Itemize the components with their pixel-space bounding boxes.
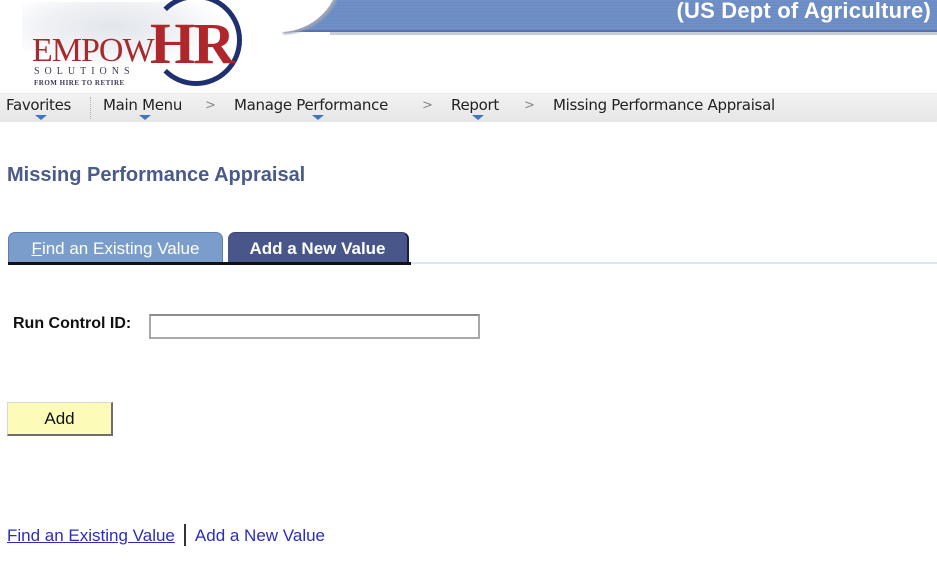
breadcrumb-separator-icon: > bbox=[422, 98, 433, 113]
main-menu-dropdown-icon[interactable] bbox=[139, 115, 151, 120]
banner-shadow bbox=[330, 32, 937, 35]
tab-bar: Find an Existing Value Add a New Value bbox=[8, 232, 937, 265]
breadcrumb-navbar: Favorites Main Menu > Manage Performance… bbox=[0, 93, 937, 122]
report-dropdown-icon[interactable] bbox=[472, 115, 484, 120]
tab-find-accesskey: F bbox=[31, 239, 42, 258]
page-title: Missing Performance Appraisal bbox=[7, 164, 306, 186]
tab-find-label: ind an Existing Value bbox=[41, 239, 200, 258]
banner-bar: (US Dept of Agriculture) bbox=[290, 0, 937, 32]
empowhr-logo: EMPOW HR SOLUTIONS FROM HIRE TO RETIRE bbox=[0, 0, 260, 92]
find-existing-value-link[interactable]: Find an Existing Value bbox=[7, 526, 175, 545]
add-button[interactable]: Add bbox=[7, 402, 113, 436]
nav-manage-performance[interactable]: Manage Performance bbox=[234, 96, 388, 114]
run-control-id-label: Run Control ID: bbox=[13, 315, 132, 332]
manage-performance-dropdown-icon[interactable] bbox=[312, 115, 324, 120]
logo-solutions: SOLUTIONS bbox=[34, 66, 135, 77]
org-title: (US Dept of Agriculture) bbox=[676, 0, 931, 23]
nav-main-menu[interactable]: Main Menu bbox=[103, 96, 182, 114]
link-divider bbox=[183, 524, 186, 546]
logo-tagline: FROM HIRE TO RETIRE bbox=[34, 79, 125, 87]
favorites-dropdown-icon[interactable] bbox=[35, 115, 47, 120]
tab-divider-line bbox=[411, 262, 937, 264]
add-new-value-link: Add a New Value bbox=[194, 526, 326, 545]
tab-add-new-value[interactable]: Add a New Value bbox=[228, 232, 409, 262]
breadcrumb-separator-icon: > bbox=[524, 98, 535, 113]
breadcrumb-separator-icon: > bbox=[205, 98, 216, 113]
nav-divider bbox=[90, 97, 91, 119]
nav-current-page: Missing Performance Appraisal bbox=[553, 96, 775, 114]
tab-find-existing-value[interactable]: Find an Existing Value bbox=[8, 232, 223, 262]
logo-brand-empow: EMPOW bbox=[32, 32, 155, 69]
nav-report[interactable]: Report bbox=[451, 96, 499, 114]
logo-brand-hr: HR bbox=[150, 11, 235, 76]
footer-links: Find an Existing Value Add a New Value bbox=[7, 524, 325, 546]
tab-underline bbox=[8, 262, 411, 265]
run-control-id-input[interactable] bbox=[149, 314, 480, 339]
nav-favorites[interactable]: Favorites bbox=[6, 96, 71, 114]
